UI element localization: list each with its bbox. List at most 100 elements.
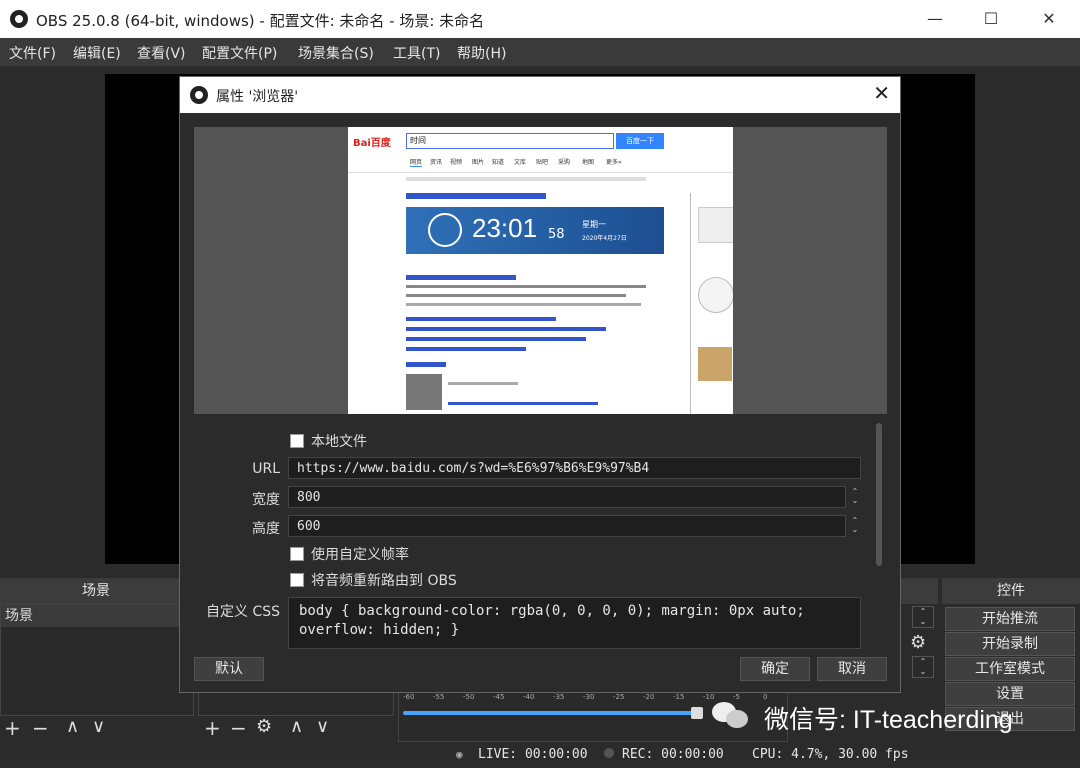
menu-tools[interactable]: 工具(T) — [393, 43, 440, 63]
baidu-tab: 地图 — [582, 159, 595, 166]
maximize-button[interactable]: ☐ — [962, 0, 1020, 38]
dialog-title-bar: 属性 '浏览器' ✕ — [180, 77, 900, 113]
clock-thumb-2 — [698, 277, 733, 313]
move-down-icon[interactable]: ∨ — [92, 716, 105, 737]
mixer-tick-label: -30 — [583, 693, 595, 701]
source-up-icon[interactable]: ∧ — [290, 716, 303, 737]
local-file-checkbox[interactable] — [290, 434, 304, 448]
time-seconds: 58 — [548, 227, 565, 242]
height-input[interactable]: 600 — [288, 515, 846, 537]
reroute-audio-checkbox[interactable] — [290, 573, 304, 587]
rec-timer: REC: 00:00:00 — [622, 747, 724, 762]
status-bar: ◉ LIVE: 00:00:00 REC: 00:00:00 CPU: 4.7%… — [0, 742, 1080, 768]
baidu-tab: 网页 — [410, 159, 423, 167]
baidu-tab: 知道 — [492, 159, 505, 166]
menu-file[interactable]: 文件(F) — [9, 43, 56, 63]
transition-gear-icon[interactable]: ⚙ — [910, 632, 926, 653]
baidu-tab: 更多» — [606, 159, 622, 166]
transition-spinbox[interactable]: ⌃ ⌄ — [912, 606, 934, 628]
baidu-tab: 贴吧 — [536, 159, 549, 166]
mixer-tick-label: -60 — [403, 693, 415, 701]
mixer-tick-label: -40 — [523, 693, 535, 701]
controls-dock-title: 控件 — [942, 578, 1080, 604]
window-title: OBS 25.0.8 (64-bit, windows) - 配置文件: 未命名… — [36, 12, 485, 30]
mixer-tick-label: -50 — [463, 693, 475, 701]
remove-source-icon[interactable]: − — [230, 716, 247, 740]
mixer-tick-label: -25 — [613, 693, 625, 701]
scrollbar[interactable] — [876, 423, 882, 566]
menu-scene-collection[interactable]: 场景集合(S) — [298, 43, 374, 63]
studio-mode-button[interactable]: 工作室模式 — [945, 657, 1075, 681]
add-source-icon[interactable]: + — [204, 716, 221, 740]
news-thumbnail — [406, 374, 442, 410]
volume-slider-handle[interactable] — [691, 707, 703, 719]
baidu-tab: 文库 — [514, 159, 527, 166]
close-window-button[interactable]: ✕ — [1020, 0, 1078, 38]
reroute-audio-label: 将音频重新路由到 OBS — [311, 573, 457, 589]
custom-css-textarea[interactable]: body { background-color: rgba(0, 0, 0, 0… — [288, 597, 861, 649]
mixer-tick-label: -45 — [493, 693, 505, 701]
duration-spinbox[interactable]: ⌃ ⌄ — [912, 656, 934, 678]
height-spinner[interactable]: ⌃ ⌄ — [848, 516, 862, 536]
dialog-title: 属性 '浏览器' — [216, 89, 299, 105]
custom-fps-checkbox[interactable] — [290, 547, 304, 561]
defaults-button[interactable]: 默认 — [194, 657, 264, 681]
baidu-search-button: 百度一下 — [616, 133, 664, 149]
sources-list[interactable] — [198, 690, 394, 716]
scenes-list[interactable]: 场景 — [0, 604, 194, 716]
browser-source-preview: Bai百度 时间 百度一下 网页 资讯 视频 图片 知道 文库 贴吧 采购 地图 更多» 23:0… — [194, 127, 887, 414]
start-recording-button[interactable]: 开始录制 — [945, 632, 1075, 656]
transitions-dock-title — [900, 578, 938, 604]
baidu-page-render: Bai百度 时间 百度一下 网页 资讯 视频 图片 知道 文库 贴吧 采购 地图 更多» 23:0… — [348, 127, 733, 414]
source-down-icon[interactable]: ∨ — [316, 716, 329, 737]
obs-logo-icon — [10, 10, 28, 28]
url-input[interactable]: https://www.baidu.com/s?wd=%E6%97%B6%E9%… — [288, 457, 861, 479]
mixer-tick-label: -15 — [673, 693, 685, 701]
title-bar: OBS 25.0.8 (64-bit, windows) - 配置文件: 未命名… — [0, 0, 1080, 38]
move-up-icon[interactable]: ∧ — [66, 716, 79, 737]
start-streaming-button[interactable]: 开始推流 — [945, 607, 1075, 631]
width-label: 宽度 — [252, 492, 280, 508]
broadcast-icon: ◉ — [456, 748, 463, 761]
clock-icon — [428, 213, 462, 247]
url-label: URL — [252, 461, 280, 477]
ok-button[interactable]: 确定 — [740, 657, 810, 681]
time-main: 23:01 — [472, 213, 538, 243]
volume-slider-track[interactable] — [403, 711, 697, 715]
baidu-tab: 视频 — [450, 159, 463, 166]
height-label: 高度 — [252, 521, 280, 537]
cancel-button[interactable]: 取消 — [817, 657, 887, 681]
mixer-tick-label: -20 — [643, 693, 655, 701]
rec-indicator-icon — [604, 748, 614, 758]
weekday: 星期一 — [582, 220, 606, 229]
menu-edit[interactable]: 编辑(E) — [73, 43, 121, 63]
watermark-text: 微信号: IT-teacherding — [764, 706, 1013, 734]
width-input[interactable]: 800 — [288, 486, 846, 508]
local-file-label: 本地文件 — [311, 434, 367, 450]
baidu-tabs: 网页 资讯 视频 图片 知道 文库 贴吧 采购 地图 更多» — [410, 157, 670, 169]
baidu-search-box: 时间 — [406, 133, 614, 149]
wechat-icon — [712, 698, 752, 730]
minimize-button[interactable]: — — [906, 0, 964, 38]
custom-fps-label: 使用自定义帧率 — [311, 547, 409, 563]
date: 2020年4月27日 — [582, 235, 627, 242]
width-spinner[interactable]: ⌃ ⌄ — [848, 487, 862, 507]
baidu-logo: Bai百度 — [353, 138, 391, 149]
obs-logo-icon — [190, 86, 208, 104]
cpu-fps: CPU: 4.7%, 30.00 fps — [752, 747, 909, 762]
time-widget: 23:01 58 星期一 2020年4月27日 — [406, 207, 664, 254]
menu-help[interactable]: 帮助(H) — [457, 43, 506, 63]
scene-item[interactable]: 场景 — [1, 605, 193, 627]
remove-scene-icon[interactable]: − — [32, 716, 49, 740]
baidu-tab: 采购 — [558, 159, 571, 166]
live-timer: LIVE: 00:00:00 — [478, 747, 588, 762]
properties-dialog: 属性 '浏览器' ✕ Bai百度 时间 百度一下 网页 资讯 视频 图片 知道 文库 贴吧 采… — [179, 76, 901, 693]
clock-thumb-1 — [698, 207, 733, 243]
menu-profile[interactable]: 配置文件(P) — [202, 43, 277, 63]
add-scene-icon[interactable]: + — [4, 716, 21, 740]
clock-thumb-3 — [698, 347, 732, 381]
gear-icon[interactable]: ⚙ — [256, 716, 272, 737]
scenes-dock-title: 场景 — [0, 578, 192, 604]
menu-view[interactable]: 查看(V) — [137, 43, 186, 63]
dialog-close-icon[interactable]: ✕ — [873, 81, 890, 105]
